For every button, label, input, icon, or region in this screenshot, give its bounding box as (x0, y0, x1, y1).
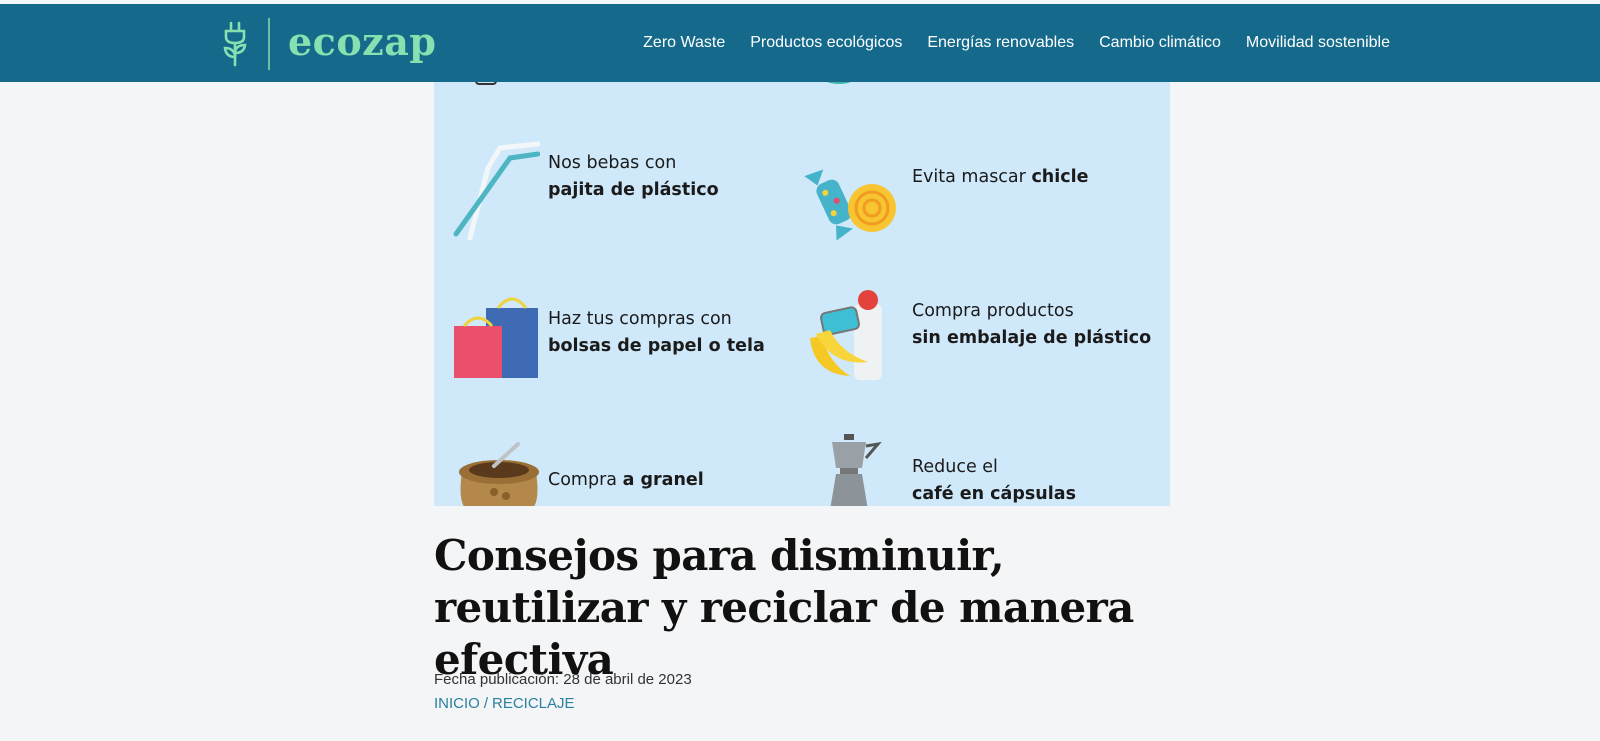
logo-divider (268, 18, 270, 70)
tip-bags-bold: bolsas de papel o tela (548, 336, 765, 356)
nav-energias-renovables[interactable]: Energías renovables (927, 34, 1074, 52)
logo-wordmark[interactable]: ecozap (288, 19, 436, 64)
tip-bulk-bold: a granel (622, 470, 704, 490)
cropped-icon (827, 82, 851, 84)
tip-chicle-bold: chicle (1031, 167, 1089, 187)
straw-icon (453, 141, 540, 240)
site-logo[interactable]: ecozap (222, 18, 436, 70)
publication-date: Fecha publicación: 28 de abril de 2023 (434, 671, 692, 688)
tip-chicle-text: Evita mascar (912, 167, 1026, 187)
tip-bags: Haz tus compras con bolsas de papel o te… (548, 306, 765, 360)
breadcrumb: INICIO / RECICLAJE (434, 695, 575, 712)
bulk-sack-icon (459, 442, 539, 506)
tip-chicle: Evita mascar chicle (912, 164, 1089, 191)
breadcrumb-category[interactable]: RECICLAJE (492, 695, 575, 712)
tip-coffee: Reduce el café en cápsulas (912, 454, 1076, 506)
article-title: Consejos para disminuir, reutilizar y re… (434, 531, 1134, 684)
tip-straw-text: Nos bebas con (548, 153, 677, 173)
tip-bags-text: Haz tus compras con (548, 309, 732, 329)
site-header: ecozap Zero Waste Productos ecológicos E… (0, 4, 1600, 82)
candy-icon (804, 169, 896, 240)
nav-cambio-climatico[interactable]: Cambio climático (1099, 34, 1221, 52)
tip-packaging-text: Compra productos (912, 301, 1074, 321)
groceries-icon (810, 290, 882, 380)
breadcrumb-home[interactable]: INICIO (434, 695, 480, 712)
tip-coffee-bold: café en cápsulas (912, 484, 1076, 504)
breadcrumb-separator: / (483, 695, 489, 712)
tip-packaging: Compra productos sin embalaje de plástic… (912, 298, 1151, 352)
nav-zero-waste[interactable]: Zero Waste (643, 34, 725, 52)
hero-infographic: Nos bebas con pajita de plástico Evita m… (434, 82, 1170, 506)
nav-movilidad-sostenible[interactable]: Movilidad sostenible (1246, 34, 1390, 52)
shopping-bags-icon (454, 297, 538, 378)
tip-packaging-bold: sin embalaje de plástico (912, 328, 1152, 348)
tip-bulk: Compra a granel (548, 467, 704, 494)
coffee-pot-icon (830, 434, 882, 506)
nav-productos-ecologicos[interactable]: Productos ecológicos (750, 34, 902, 52)
cropped-icon (475, 82, 497, 85)
tip-straw-bold: pajita de plástico (548, 180, 719, 200)
main-nav: Zero Waste Productos ecológicos Energías… (643, 4, 1390, 82)
tip-coffee-text: Reduce el (912, 457, 998, 477)
tip-straw: Nos bebas con pajita de plástico (548, 150, 719, 204)
tip-bulk-text: Compra (548, 470, 618, 490)
plug-leaf-icon (223, 21, 247, 67)
